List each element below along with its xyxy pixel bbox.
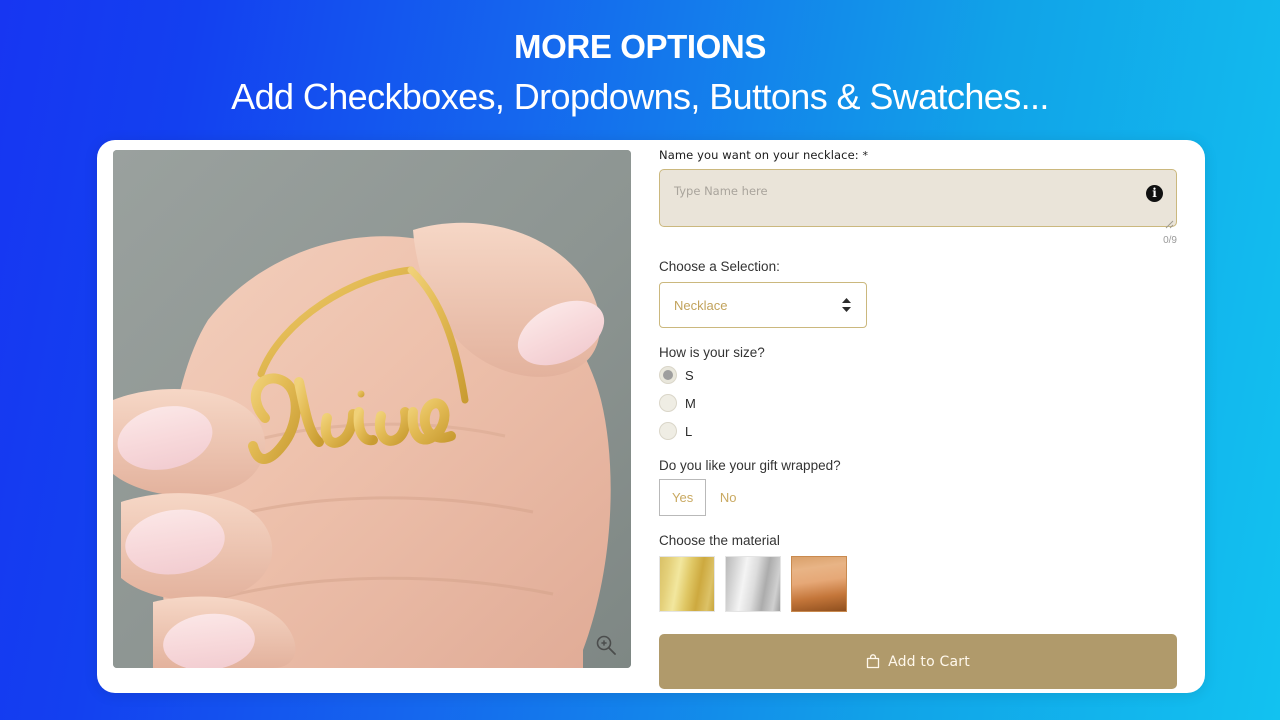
radio-indicator-m [659, 394, 677, 412]
page-header: MORE OPTIONS Add Checkboxes, Dropdowns, … [0, 0, 1280, 122]
gift-wrap-no-button[interactable]: No [706, 479, 751, 516]
size-option-m[interactable]: M [659, 389, 1179, 417]
selection-dropdown-wrapper: Necklace [659, 282, 867, 328]
swatch-gold[interactable] [659, 556, 715, 612]
name-input[interactable] [659, 169, 1177, 227]
name-field-wrapper: i [659, 169, 1177, 232]
radio-indicator-s [659, 366, 677, 384]
required-marker: * [862, 149, 869, 162]
selection-value: Necklace [674, 297, 728, 313]
page-title: MORE OPTIONS [514, 28, 766, 65]
gift-wrap-label: Do you like your gift wrapped? [659, 458, 841, 473]
shopping-bag-icon [866, 654, 880, 669]
name-field-label-text: Name you want on your necklace: [659, 148, 859, 162]
gift-wrap-yes-button[interactable]: Yes [659, 479, 707, 516]
character-counter: 0/9 [1163, 235, 1177, 246]
size-option-m-label: M [685, 395, 696, 411]
size-option-l-label: L [685, 423, 693, 439]
product-image[interactable] [113, 150, 631, 668]
selection-dropdown[interactable]: Necklace [659, 282, 867, 328]
selection-label: Choose a Selection: [659, 259, 780, 274]
info-icon[interactable]: i [1146, 185, 1163, 202]
up-down-chevron-icon [841, 297, 852, 313]
radio-indicator-l [659, 422, 677, 440]
swatch-rose-gold[interactable] [791, 556, 847, 612]
size-option-l[interactable]: L [659, 417, 1179, 445]
size-option-s[interactable]: S [659, 361, 1179, 389]
product-options-form: Name you want on your necklace: * i 0/9 … [659, 148, 1179, 689]
swatch-silver[interactable] [725, 556, 781, 612]
material-label: Choose the material [659, 533, 780, 548]
add-to-cart-button[interactable]: Add to Cart [659, 634, 1177, 689]
name-field-label: Name you want on your necklace: * [659, 148, 1179, 163]
material-swatches [659, 556, 1179, 612]
size-option-s-label: S [685, 367, 694, 383]
size-label: How is your size? [659, 345, 765, 360]
gift-wrap-options: Yes No [659, 479, 1179, 516]
magnifier-plus-icon[interactable] [595, 634, 617, 656]
page-subtitle: Add Checkboxes, Dropdowns, Buttons & Swa… [231, 76, 1049, 117]
add-to-cart-label: Add to Cart [888, 653, 970, 670]
product-card: Name you want on your necklace: * i 0/9 … [97, 140, 1205, 693]
